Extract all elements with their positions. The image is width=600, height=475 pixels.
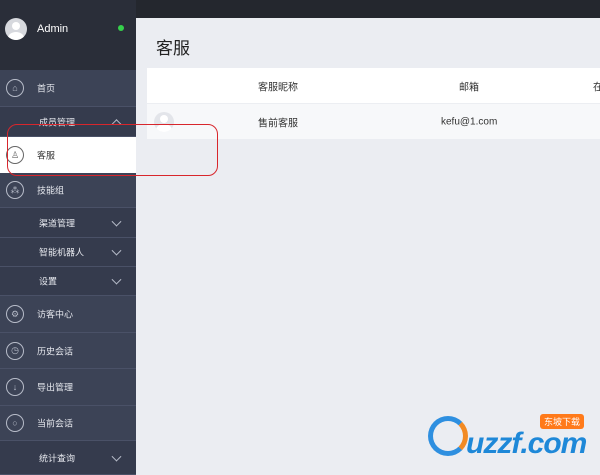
table-row[interactable]: 售前客服 kefu@1.com	[147, 104, 600, 139]
sidebar-item-label: 渠道管理	[39, 218, 76, 228]
sidebar-item-label: 统计查询	[39, 453, 76, 463]
sidebar-item-label: 历史会话	[37, 346, 74, 356]
sidebar-item-label: 成员管理	[39, 117, 76, 127]
sidebar: Admin ⌂ 首页 成员管理 ♙ 客服 ⁂ 技能组 渠道管理 智能机器人 设置…	[0, 0, 136, 475]
sidebar-item-stats[interactable]: 统计查询	[0, 441, 136, 475]
home-icon: ⌂	[6, 79, 24, 97]
sidebar-item-channels[interactable]: 渠道管理	[0, 208, 136, 238]
column-header-status: 在	[593, 82, 600, 93]
sidebar-item-home[interactable]: ⌂ 首页	[0, 70, 136, 107]
chevron-down-icon	[111, 274, 122, 285]
user-icon: ♙	[6, 146, 24, 164]
sidebar-item-label: 客服	[37, 150, 56, 161]
watermark-text: uzzf.com	[466, 427, 587, 460]
sidebar-item-settings[interactable]: 设置	[0, 267, 136, 296]
page-header: 客服	[136, 18, 600, 68]
watermark-badge: 东坡下载	[540, 414, 585, 429]
user-avatar[interactable]	[5, 18, 27, 40]
cell-nickname: 售前客服	[258, 118, 298, 129]
cell-email: kefu@1.com	[441, 116, 498, 127]
table-header: 客服昵称 邮箱 在	[147, 68, 600, 104]
sidebar-item-label: 智能机器人	[39, 247, 85, 258]
sidebar-item-label: 技能组	[37, 185, 65, 196]
chevron-down-icon	[111, 245, 122, 256]
download-icon: ↓	[6, 378, 24, 396]
service-table: 客服昵称 邮箱 在 售前客服 kefu@1.com	[147, 68, 600, 139]
sidebar-item-export[interactable]: ↓ 导出管理	[0, 369, 136, 406]
gear-icon: ⚙	[6, 305, 24, 323]
group-icon: ⁂	[6, 181, 24, 199]
sidebar-item-skills[interactable]: ⁂ 技能组	[0, 173, 136, 208]
sidebar-item-history[interactable]: ◷ 历史会话	[0, 333, 136, 369]
page-title: 客服	[156, 39, 190, 58]
user-block: Admin	[0, 0, 136, 70]
user-name: Admin	[37, 23, 69, 35]
logo-icon	[428, 416, 468, 456]
online-status-dot	[118, 25, 124, 31]
chevron-down-icon	[111, 451, 122, 462]
sidebar-item-label: 访客中心	[37, 309, 74, 320]
sidebar-item-label: 导出管理	[37, 382, 74, 393]
column-header-email: 邮箱	[459, 82, 479, 93]
column-header-nickname: 客服昵称	[258, 82, 298, 93]
sidebar-item-label: 首页	[37, 83, 56, 94]
chevron-up-icon	[111, 118, 122, 129]
sidebar-item-members[interactable]: 成员管理	[0, 107, 136, 137]
watermark-logo: uzzf.com 东坡下载	[424, 410, 594, 465]
chat-icon: ○	[6, 414, 24, 432]
clock-icon: ◷	[6, 341, 24, 360]
sidebar-item-current[interactable]: ○ 当前会话	[0, 406, 136, 441]
avatar	[154, 112, 174, 132]
sidebar-item-label: 当前会话	[37, 418, 74, 429]
sidebar-item-robot[interactable]: 智能机器人	[0, 238, 136, 267]
sidebar-item-visitors[interactable]: ⚙ 访客中心	[0, 296, 136, 333]
sidebar-item-label: 设置	[39, 276, 58, 287]
sidebar-item-service[interactable]: ♙ 客服	[0, 137, 136, 173]
chevron-down-icon	[111, 216, 122, 227]
